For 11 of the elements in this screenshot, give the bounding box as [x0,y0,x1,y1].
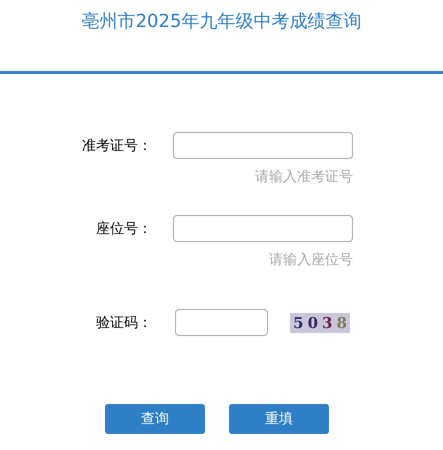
reset-button[interactable]: 重填 [229,404,329,434]
query-button[interactable]: 查询 [105,404,205,434]
field-hint: 请输入座位号 [269,251,353,270]
field-label: 座位号： [95,220,152,238]
input-field[interactable] [175,309,268,336]
field-label: 准考证号： [81,136,152,154]
page-title: 亳州市2025年九年级中考成绩查询 [82,10,362,34]
field-label: 验证码： [95,314,152,332]
input-field[interactable] [173,215,353,242]
field-hint: 请输入准考证号 [255,168,353,187]
input-field[interactable] [173,132,353,159]
